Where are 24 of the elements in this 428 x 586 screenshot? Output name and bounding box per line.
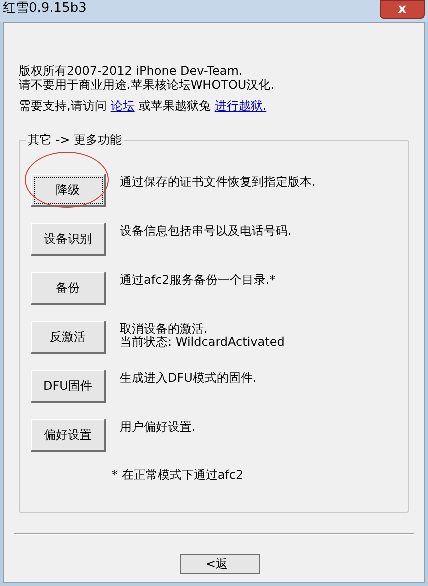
group-title: 其它 -> 更多功能 bbox=[26, 133, 124, 147]
action-button[interactable]: 设备识别 bbox=[31, 223, 106, 256]
action-button[interactable]: 降级 bbox=[31, 174, 106, 207]
support-text: 或苹果越狱兔 bbox=[138, 99, 211, 113]
footnote-text: * 在正常模式下通过afc2 bbox=[111, 468, 245, 482]
jailbreak-link[interactable]: 进行越狱. bbox=[214, 99, 267, 113]
action-description: 设备信息包括串号以及电话号码. bbox=[120, 225, 292, 238]
copyright-text: 请不要用于商业用途.苹果核论坛WHOTOU汉化. bbox=[19, 78, 276, 92]
action-description: 通过afc2服务备份一个目录.* bbox=[120, 274, 276, 287]
forum-link[interactable]: 论坛 bbox=[110, 99, 135, 113]
action-button[interactable]: 反激活 bbox=[31, 321, 106, 354]
action-button[interactable]: 偏好设置 bbox=[31, 419, 106, 452]
action-button[interactable]: DFU固件 bbox=[31, 370, 106, 403]
support-text: 需要支持,请访问 bbox=[19, 99, 107, 113]
back-button[interactable]: <返 bbox=[180, 554, 260, 574]
action-description: 当前状态: WildcardActivated bbox=[120, 336, 285, 349]
close-button[interactable]: x bbox=[380, 0, 425, 19]
copyright-text: 版权所有2007-2012 iPhone Dev-Team. bbox=[19, 64, 244, 78]
action-description: 取消设备的激活. bbox=[120, 323, 209, 336]
action-description: 通过保存的证书文件恢复到指定版本. bbox=[120, 176, 316, 189]
action-button[interactable]: 备份 bbox=[31, 272, 106, 305]
window-title: 红雪0.9.15b3 bbox=[3, 1, 87, 17]
action-description: 用户偏好设置. bbox=[120, 421, 196, 434]
action-description: 生成进入DFU模式的固件. bbox=[120, 372, 257, 385]
